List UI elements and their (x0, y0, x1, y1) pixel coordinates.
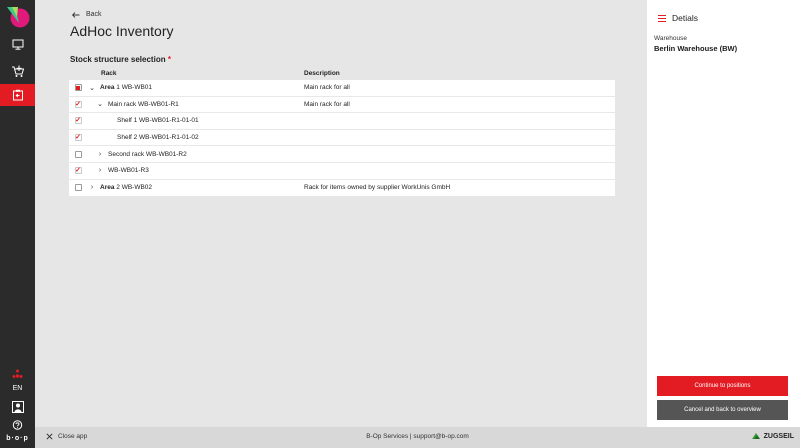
rack-id: 1 WB-WB01 (114, 84, 153, 92)
rack-name: Area 1 WB-WB01 (100, 84, 152, 91)
row-checkbox[interactable] (74, 184, 82, 192)
rack-name: Second rack WB-WB01-R2 (108, 150, 187, 158)
language-switch[interactable]: EN (0, 385, 35, 392)
table-header: Rack Description (69, 67, 615, 80)
chevron-right-icon[interactable]: › (95, 151, 105, 158)
row-checkbox[interactable]: ✓ (74, 100, 82, 108)
chevron-right-icon[interactable]: › (95, 167, 105, 174)
org-icon (12, 369, 23, 378)
table-row[interactable]: ⌄ Area 1 WB-WB01 Main rack for all (69, 80, 615, 97)
cancel-button[interactable]: Cancel and back to overview (657, 400, 788, 420)
section-label: Stock structure selection * (70, 55, 171, 64)
continue-button[interactable]: Continue to positions (657, 376, 788, 396)
table-row[interactable]: ✓ › WB-WB01-R3 (69, 163, 615, 180)
chevron-down-icon[interactable]: ⌄ (87, 84, 97, 92)
required-mark: * (167, 55, 171, 64)
table-row[interactable]: › Area 2 WB-WB02 Rack for items owned by… (69, 180, 615, 197)
warehouse-label: Warehouse (654, 35, 687, 42)
row-checkbox[interactable]: ✓ (74, 167, 82, 175)
footer-support-text: B-Op Services | support@b-op.com (366, 433, 469, 440)
rail-item-user[interactable] (0, 401, 35, 413)
rail-item-cart[interactable] (0, 60, 35, 82)
table-row[interactable]: › Second rack WB-WB01-R2 (69, 146, 615, 163)
column-header-rack: Rack (101, 70, 117, 77)
row-description: Rack for items owned by supplier WorkUni… (304, 184, 451, 192)
row-checkbox[interactable] (74, 84, 82, 92)
stock-structure-table: Rack Description ⌄ Area 1 WB-WB01 Main r… (69, 67, 615, 197)
app-logo-icon[interactable] (4, 3, 31, 30)
app-rail: EN b·o·p (0, 0, 35, 448)
page-title: AdHoc Inventory (70, 23, 174, 39)
rack-prefix: Area (100, 184, 115, 192)
rack-name: Shelf 1 WB-WB01-R1-01-01 (117, 117, 199, 125)
bop-logo: b·o·p (0, 435, 35, 442)
rack-name: Shelf 2 WB-WB01-R1-01-02 (117, 134, 199, 142)
rack-name: Main rack WB-WB01-R1 (108, 100, 179, 108)
panel-title: Detials (672, 13, 698, 23)
table-row[interactable]: ✓ ⌄ Main rack WB-WB01-R1 Main rack for a… (69, 97, 615, 114)
row-checkbox[interactable]: ✓ (74, 134, 82, 142)
row-description: Main rack for all (304, 84, 350, 92)
footer-bar: Close app B-Op Services | support@b-op.c… (35, 427, 800, 448)
help-icon (12, 420, 23, 430)
rail-item-inventory[interactable] (0, 84, 35, 106)
details-panel: Detials Warehouse Berlin Warehouse (BW) … (647, 0, 800, 427)
chevron-right-icon[interactable]: › (87, 184, 97, 191)
section-title: Stock structure selection (70, 55, 166, 64)
table-row[interactable]: ✓ Shelf 2 WB-WB01-R1-01-02 (69, 130, 615, 147)
rack-prefix: Area (100, 84, 115, 92)
inventory-icon (12, 89, 23, 101)
panel-header: Detials (658, 13, 698, 23)
column-header-description: Description (304, 70, 340, 77)
menu-icon[interactable] (658, 14, 666, 22)
row-description: Main rack for all (304, 100, 350, 108)
arrow-left-icon (72, 11, 80, 18)
back-label: Back (86, 11, 102, 18)
row-checkbox[interactable]: ✓ (74, 117, 82, 125)
brand-name: ZUGSEIL (763, 432, 794, 440)
user-icon (11, 401, 24, 413)
zugseil-logo-icon (751, 433, 760, 439)
table-row[interactable]: ✓ Shelf 1 WB-WB01-R1-01-01 (69, 113, 615, 130)
rack-name: WB-WB01-R3 (108, 167, 149, 175)
language-label: EN (12, 385, 23, 392)
rail-item-org[interactable] (0, 369, 35, 379)
row-checkbox[interactable] (74, 150, 82, 158)
table-body: ⌄ Area 1 WB-WB01 Main rack for all ✓ ⌄ M… (69, 80, 615, 197)
main-content: Back AdHoc Inventory Stock structure sel… (35, 0, 647, 427)
rack-name: Area 2 WB-WB02 (100, 184, 152, 191)
back-link[interactable]: Back (72, 11, 102, 18)
bop-logo-text: b·o·p (6, 435, 29, 442)
chevron-down-icon[interactable]: ⌄ (95, 100, 105, 108)
rail-item-help[interactable] (0, 420, 35, 431)
warehouse-value: Berlin Warehouse (BW) (654, 44, 738, 53)
brand-logo: ZUGSEIL (751, 431, 794, 441)
rack-id: 2 WB-WB02 (114, 184, 153, 192)
monitor-icon (12, 39, 23, 50)
cart-icon (11, 65, 24, 77)
rail-item-monitor[interactable] (0, 33, 35, 55)
